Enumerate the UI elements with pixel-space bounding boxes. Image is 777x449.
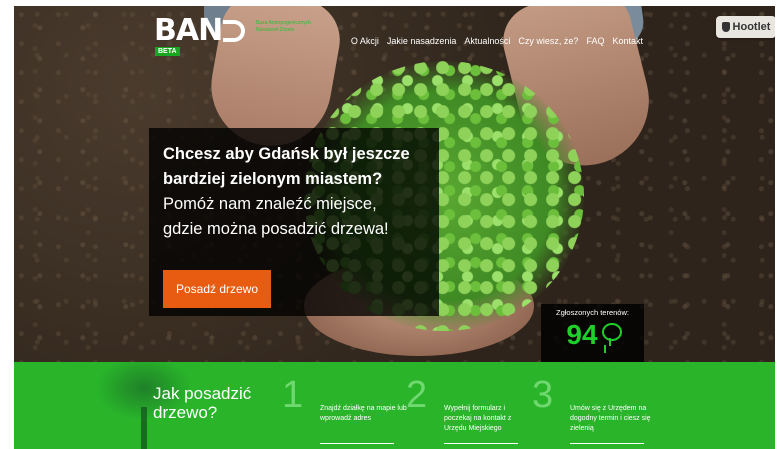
promo-line-1: Chcesz aby Gdańsk był jeszcze <box>163 145 410 163</box>
nav-item-aktualnosci[interactable]: Aktualności <box>464 36 510 46</box>
step-2-divider <box>444 443 518 444</box>
nav-item-faq[interactable]: FAQ <box>586 36 604 46</box>
step-1-text: Znajdź działkę na mapie lub wprowadź adr… <box>320 405 407 422</box>
promo-box: Chcesz aby Gdańsk był jeszcze bardziej z… <box>149 128 439 316</box>
step-3-divider <box>570 443 644 444</box>
logo-subtitle: Baza Antropogenicznych Nasadzeń Drzew <box>256 20 312 33</box>
step-3-text: Umów się z Urzędem na dogodny termin i c… <box>570 405 651 432</box>
reported-areas-counter: Zgłoszonych terenów: 94 <box>541 304 644 362</box>
promo-line-4: gdzie można posadzić drzewa! <box>163 220 389 238</box>
hootlet-label: Hootlet <box>732 21 771 33</box>
nav-item-jakie-nasadzenia[interactable]: Jakie nasadzenia <box>387 36 457 46</box>
promo-line-3: Pomóż nam znaleźć miejsce, <box>163 195 377 213</box>
counter-label: Zgłoszonych terenów: <box>556 308 629 317</box>
step-1-number: 1 <box>282 374 304 416</box>
tree-icon <box>601 323 622 347</box>
counter-value-row: 94 <box>566 319 622 351</box>
step-3-number: 3 <box>532 374 554 416</box>
logo-d-mark <box>223 20 246 42</box>
site-logo[interactable]: BAN BETA Baza Antropogenicznych Nasadzeń… <box>154 13 311 56</box>
hootlet-button[interactable]: Hootlet <box>716 16 775 38</box>
logo-text: BAN <box>154 13 223 48</box>
step-1-divider <box>320 443 394 444</box>
steps-title: Jak posadzić drzewo? <box>153 384 252 422</box>
owl-icon <box>721 22 730 32</box>
step-2-number: 2 <box>406 374 428 416</box>
plant-tree-button[interactable]: Posadź drzewo <box>163 270 271 308</box>
step-2-text: Wypełnij formularz i poczekaj na kontakt… <box>444 405 512 432</box>
nav-item-kontakt[interactable]: Kontakt <box>612 36 643 46</box>
promo-line-2: bardziej zielonym miastem? <box>163 170 383 188</box>
nav-item-o-akcji[interactable]: O Akcji <box>351 36 379 46</box>
counter-value: 94 <box>566 319 598 350</box>
page-frame: BAN BETA Baza Antropogenicznych Nasadzeń… <box>14 6 775 449</box>
main-nav: O Akcji Jakie nasadzenia Aktualności Czy… <box>351 36 643 46</box>
beta-badge: BETA <box>155 47 180 56</box>
nav-item-czy-wiesz[interactable]: Czy wiesz, że? <box>518 36 578 46</box>
how-to-steps: Jak posadzić drzewo? 1 Znajdź działkę na… <box>14 362 775 449</box>
